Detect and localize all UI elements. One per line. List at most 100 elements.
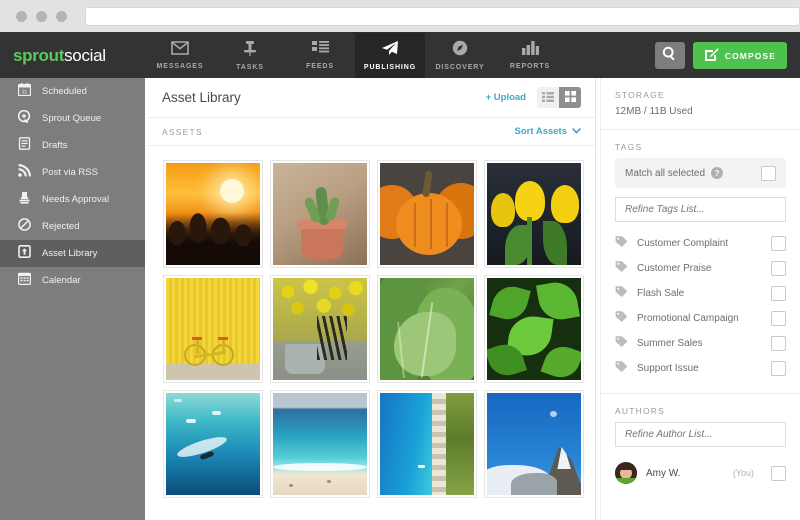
tag-row-customer-complaint[interactable]: Customer Complaint [615,231,786,256]
nav-label-reports: REPORTS [509,63,551,70]
refine-tags-input[interactable] [615,197,786,222]
pushpin-icon [243,40,257,61]
asset-thumbnail-surfers-in-turquoise-ocean [166,393,260,495]
sidebar-item-drafts[interactable]: Drafts [0,132,145,159]
rss-icon [18,163,31,182]
sidebar-item-rejected[interactable]: Rejected [0,213,145,240]
author-row-amy-w[interactable]: Amy W. (You) [615,457,786,489]
author-checkbox[interactable] [771,465,786,481]
top-right-actions: COMPOSE [654,33,800,78]
paper-plane-icon [381,40,399,61]
author-name: Amy W. [646,467,681,479]
asset-tile[interactable] [163,390,263,498]
sidebar-item-calendar[interactable]: Calendar [0,267,145,294]
minimize-dot[interactable] [36,10,47,22]
asset-tile[interactable] [377,160,477,268]
asset-tile[interactable] [270,160,370,268]
asset-tile[interactable] [484,160,584,268]
avatar [615,462,637,484]
list-view-button[interactable] [537,87,559,108]
nav-item-reports[interactable]: REPORTS [495,33,565,78]
tag-icon [615,285,628,303]
grid-view-icon [564,89,576,107]
compose-pencil-icon [704,47,719,64]
refine-authors-input[interactable] [615,422,786,447]
nav-item-tasks[interactable]: TASKS [215,33,285,78]
bar-chart-icon [521,41,539,60]
tag-icon [615,360,628,378]
tag-checkbox[interactable] [771,311,786,326]
asset-tile[interactable] [270,390,370,498]
chevron-down-icon [572,126,581,137]
asset-tile[interactable] [484,390,584,498]
tag-row-promotional-campaign[interactable]: Promotional Campaign [615,306,786,331]
tag-icon [615,335,628,353]
authors-title: AUTHORS [615,406,665,416]
author-you-badge: (You) [732,468,754,478]
tag-label: Customer Praise [637,263,712,274]
asset-tile[interactable] [377,275,477,383]
nav-item-publishing[interactable]: PUBLISHING [355,33,425,78]
sidebar-item-asset-library[interactable]: Asset Library [0,240,145,267]
match-all-selected-row[interactable]: Match all selected ? [615,158,786,188]
tag-row-customer-praise[interactable]: Customer Praise [615,256,786,281]
asset-tile[interactable] [484,275,584,383]
compass-icon [452,40,468,61]
maximize-dot[interactable] [56,10,67,22]
help-circle-icon[interactable]: ? [711,167,724,179]
upload-button[interactable]: + Upload [486,92,526,103]
nav-label-feeds: FEEDS [306,63,334,70]
sidebar-label-calendar: Calendar [42,275,81,286]
tag-checkbox[interactable] [771,361,786,376]
sidebar-item-post-via-rss[interactable]: Post via RSS [0,159,145,186]
nav-label-tasks: TASKS [236,64,264,71]
storage-section: STORAGE 12MB / 11B Used [601,78,800,130]
compose-button[interactable]: COMPOSE [692,42,787,69]
asset-thumbnail-cactus-in-terracotta-pot [273,163,367,265]
search-button[interactable] [654,42,685,69]
sidebar-label-scheduled: Scheduled [42,86,87,97]
sidebar-item-scheduled[interactable]: 31 Scheduled [0,78,145,105]
sort-assets-button[interactable]: Sort Assets [515,126,581,137]
asset-tile[interactable] [163,275,263,383]
close-dot[interactable] [16,10,27,22]
asset-tile[interactable] [377,390,477,498]
address-bar[interactable] [85,6,800,26]
app-logo[interactable]: sprout social [0,33,145,78]
stamp-icon [18,191,31,209]
tag-row-flash-sale[interactable]: Flash Sale [615,281,786,306]
tag-row-summer-sales[interactable]: Summer Sales [615,331,786,356]
nav-item-discovery[interactable]: DISCOVERY [425,33,495,78]
tag-row-support-issue[interactable]: Support Issue [615,356,786,381]
content-scrollbar[interactable] [595,78,596,520]
sidebar-label-drafts: Drafts [42,140,68,151]
nav-label-discovery: DISCOVERY [435,64,485,71]
browser-chrome [0,0,800,32]
tag-checkbox[interactable] [771,261,786,276]
nav-item-feeds[interactable]: FEEDS [285,33,355,78]
asset-thumbnail-orange-pumpkins [380,163,474,265]
asset-tile[interactable] [270,275,370,383]
asset-thumbnail-green-chard-leaves [380,278,474,380]
asset-thumbnail-yellow-tulips-dark-background [487,163,581,265]
asset-thumbnail-snow-capped-mountain-peak [487,393,581,495]
sidebar-item-needs-approval[interactable]: Needs Approval [0,186,145,213]
nav-item-messages[interactable]: MESSAGES [145,33,215,78]
tag-checkbox[interactable] [771,336,786,351]
tag-label: Customer Complaint [637,238,729,249]
sidebar-item-sprout-queue[interactable]: Sprout Queue [0,105,145,132]
sort-assets-label: Sort Assets [514,126,567,137]
asset-thumbnail-sunset-over-mountains [166,163,260,265]
tag-checkbox[interactable] [771,236,786,251]
grid-view-button[interactable] [559,87,581,108]
asset-thumbnail-beach-with-blue-water [273,393,367,495]
calendar-date-icon: 31 [17,82,32,101]
asset-tile[interactable] [163,160,263,268]
tag-label: Promotional Campaign [637,313,739,324]
circle-slash-icon [18,217,31,236]
calendar-grid-icon [18,272,32,290]
tag-checkbox[interactable] [771,286,786,301]
app-window: sprout social MESSAGES TASKS FEEDS PUBLI… [0,0,800,520]
compose-label: COMPOSE [724,50,776,61]
match-all-checkbox[interactable] [761,165,776,181]
